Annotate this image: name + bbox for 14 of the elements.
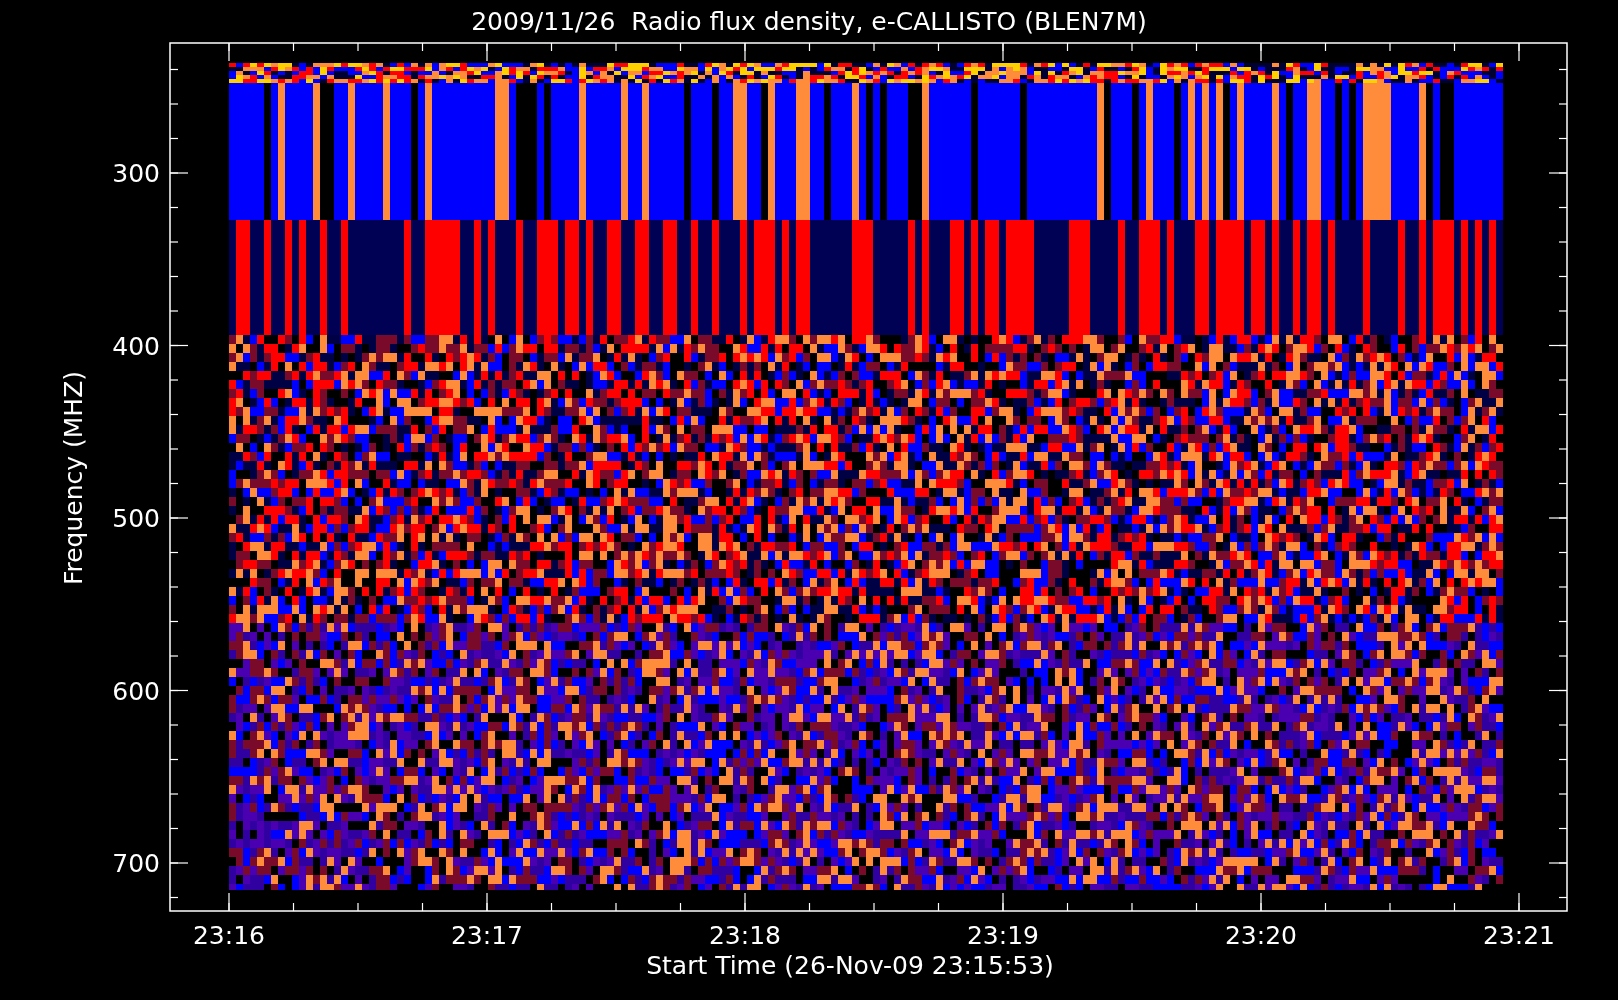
y-tick-label: 600 — [112, 676, 160, 706]
y-tick-label: 300 — [112, 159, 160, 188]
x-tick-label: 23:16 — [193, 921, 265, 950]
y-axis-label: Frequency (MHZ) — [59, 370, 88, 586]
x-tick-label: 23:21 — [1483, 921, 1555, 950]
x-tick-label: 23:20 — [1225, 921, 1297, 950]
x-tick-label: 23:17 — [451, 921, 523, 950]
y-tick-label: 400 — [112, 331, 160, 361]
y-tick-label: 700 — [112, 849, 160, 878]
x-tick-label: 23:19 — [967, 921, 1039, 950]
y-tick-label: 500 — [112, 504, 160, 533]
x-tick-label: 23:18 — [709, 921, 781, 950]
chart-title: 2009/11/26 Radio flux density, e-CALLISTO (BLEN7M) — [471, 7, 1147, 36]
x-axis-label: Start Time (26-Nov-09 23:15:53) — [646, 951, 1054, 980]
